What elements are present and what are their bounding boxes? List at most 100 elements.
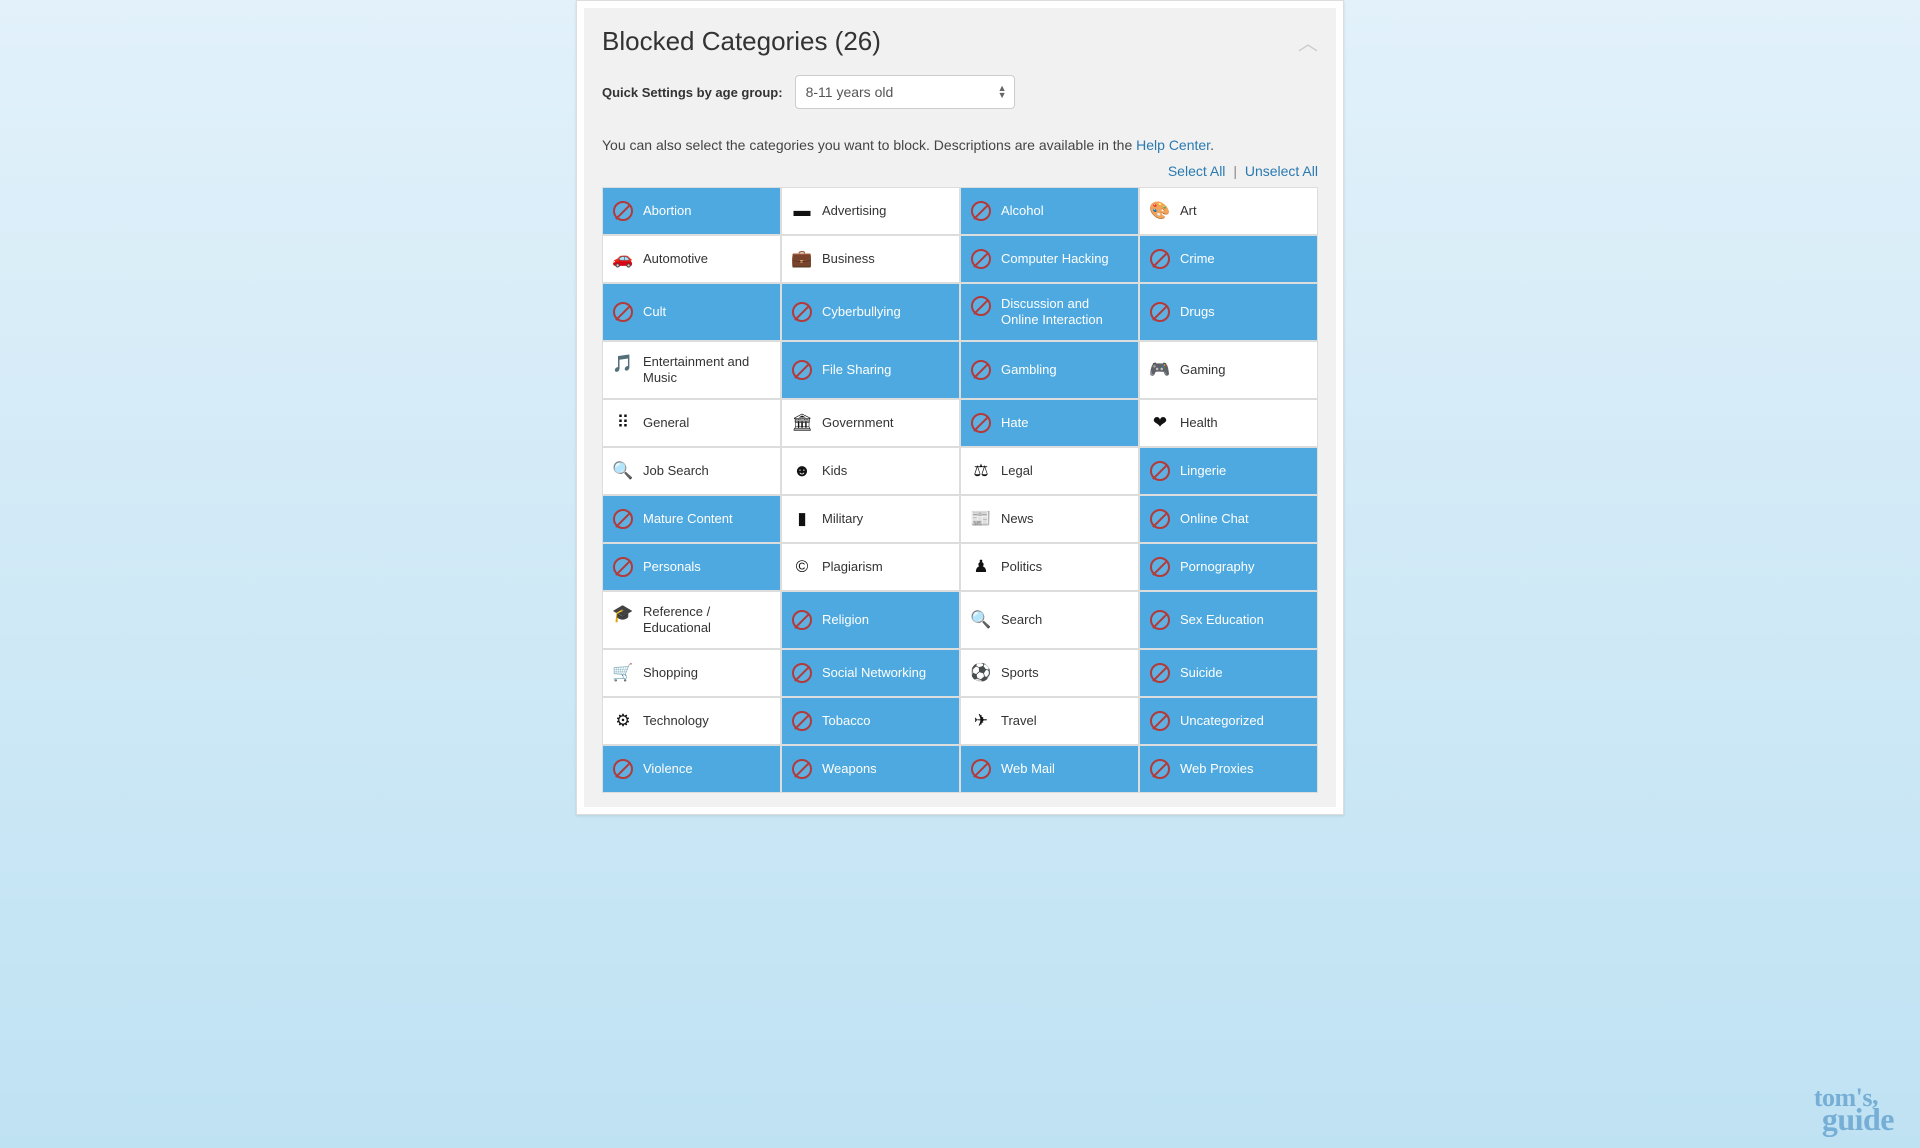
description-text: You can also select the categories you w…	[602, 137, 1136, 153]
category-tile-cyberbullying[interactable]: Cyberbullying	[782, 284, 959, 340]
category-tile-general[interactable]: ⠿General	[603, 400, 780, 446]
category-tile-shopping[interactable]: 🛒Shopping	[603, 650, 780, 696]
category-label: Legal	[1001, 463, 1128, 479]
category-label: Mature Content	[643, 511, 770, 527]
category-tile-job-search[interactable]: 🔍Job Search	[603, 448, 780, 494]
category-tile-file-sharing[interactable]: File Sharing	[782, 342, 959, 398]
category-tile-web-proxies[interactable]: Web Proxies	[1140, 746, 1317, 792]
category-label: Kids	[822, 463, 949, 479]
description-after: .	[1210, 137, 1214, 153]
category-label: Online Chat	[1180, 511, 1307, 527]
category-tile-pornography[interactable]: Pornography	[1140, 544, 1317, 590]
category-tile-crime[interactable]: Crime	[1140, 236, 1317, 282]
heart-icon: ❤	[1150, 413, 1170, 433]
category-tile-plagiarism[interactable]: © Plagiarism	[782, 544, 959, 590]
category-tile-legal[interactable]: ⚖Legal	[961, 448, 1138, 494]
category-tile-kids[interactable]: ☻ Kids	[782, 448, 959, 494]
ball-icon: ⚽	[971, 663, 991, 683]
description-row: You can also select the categories you w…	[602, 137, 1318, 153]
collapse-chevron-icon[interactable]: ︿	[1298, 27, 1318, 56]
category-tile-alcohol[interactable]: Alcohol	[961, 188, 1138, 234]
category-tile-art[interactable]: 🎨Art	[1140, 188, 1317, 234]
category-tile-discussion-and-online-interaction[interactable]: Discussion and Online Interaction	[961, 284, 1138, 340]
category-label: Pornography	[1180, 559, 1307, 575]
category-tile-politics[interactable]: ♟Politics	[961, 544, 1138, 590]
category-tile-advertising[interactable]: ▬Advertising	[782, 188, 959, 234]
smile-icon: ☻	[792, 461, 812, 481]
age-group-select[interactable]: 8-11 years old	[795, 75, 1015, 109]
category-tile-hate[interactable]: Hate	[961, 400, 1138, 446]
category-tile-business[interactable]: 💼Business	[782, 236, 959, 282]
category-label: Advertising	[822, 203, 949, 219]
block-icon	[792, 759, 812, 779]
block-icon	[613, 302, 633, 322]
category-tile-personals[interactable]: Personals	[603, 544, 780, 590]
category-tile-web-mail[interactable]: Web Mail	[961, 746, 1138, 792]
category-label: Alcohol	[1001, 203, 1128, 219]
grad-icon: 🎓	[613, 604, 633, 624]
category-tile-automotive[interactable]: 🚗Automotive	[603, 236, 780, 282]
panel-container: Blocked Categories (26) ︿ Quick Settings…	[576, 0, 1344, 815]
search-user-icon: 🔍	[613, 461, 633, 481]
category-tile-computer-hacking[interactable]: Computer Hacking	[961, 236, 1138, 282]
panel-title: Blocked Categories (26)	[602, 26, 881, 57]
block-icon	[1150, 302, 1170, 322]
category-tile-technology[interactable]: ⚙Technology	[603, 698, 780, 744]
category-tile-uncategorized[interactable]: Uncategorized	[1140, 698, 1317, 744]
copyright-icon: ©	[792, 557, 812, 577]
category-tile-search[interactable]: 🔍Search	[961, 592, 1138, 648]
category-label: File Sharing	[822, 362, 949, 378]
category-label: Technology	[643, 713, 770, 729]
category-label: Social Networking	[822, 665, 949, 681]
grid-icon: ⠿	[613, 413, 633, 433]
category-tile-travel[interactable]: ✈Travel	[961, 698, 1138, 744]
category-label: Business	[822, 251, 949, 267]
category-label: Web Mail	[1001, 761, 1128, 777]
category-tile-drugs[interactable]: Drugs	[1140, 284, 1317, 340]
block-icon	[1150, 461, 1170, 481]
category-label: Military	[822, 511, 949, 527]
category-tile-online-chat[interactable]: Online Chat	[1140, 496, 1317, 542]
category-tile-violence[interactable]: Violence	[603, 746, 780, 792]
category-tile-abortion[interactable]: Abortion	[603, 188, 780, 234]
category-label: Discussion and Online Interaction	[1001, 296, 1128, 327]
category-tile-government[interactable]: 🏛Government	[782, 400, 959, 446]
category-tile-cult[interactable]: Cult	[603, 284, 780, 340]
category-tile-gambling[interactable]: Gambling	[961, 342, 1138, 398]
category-tile-religion[interactable]: Religion	[782, 592, 959, 648]
categories-grid: Abortion▬Advertising Alcohol 🎨Art 🚗Automoti…	[602, 187, 1318, 793]
category-label: Reference / Educational	[643, 604, 770, 635]
bulk-action-row: Select All | Unselect All	[602, 163, 1318, 179]
category-label: Cult	[643, 304, 770, 320]
category-tile-reference-educational[interactable]: 🎓 Reference / Educational	[603, 592, 780, 648]
category-label: Tobacco	[822, 713, 949, 729]
category-label: Entertainment and Music	[643, 354, 770, 385]
select-all-link[interactable]: Select All	[1168, 163, 1226, 179]
category-tile-tobacco[interactable]: Tobacco	[782, 698, 959, 744]
category-label: Sports	[1001, 665, 1128, 681]
category-tile-weapons[interactable]: Weapons	[782, 746, 959, 792]
category-tile-entertainment-and-music[interactable]: 🎵Entertainment and Music	[603, 342, 780, 398]
unselect-all-link[interactable]: Unselect All	[1245, 163, 1318, 179]
category-label: Plagiarism	[822, 559, 949, 575]
category-tile-military[interactable]: ▮Military	[782, 496, 959, 542]
action-separator: |	[1233, 163, 1237, 179]
category-tile-health[interactable]: ❤ Health	[1140, 400, 1317, 446]
category-tile-suicide[interactable]: Suicide	[1140, 650, 1317, 696]
block-icon	[971, 201, 991, 221]
block-icon	[1150, 663, 1170, 683]
category-label: Sex Education	[1180, 612, 1307, 628]
category-label: Health	[1180, 415, 1307, 431]
category-tile-lingerie[interactable]: Lingerie	[1140, 448, 1317, 494]
block-icon	[971, 249, 991, 269]
quick-settings-row: Quick Settings by age group: 8-11 years …	[602, 75, 1318, 109]
category-tile-news[interactable]: 📰News	[961, 496, 1138, 542]
category-tile-sports[interactable]: ⚽ Sports	[961, 650, 1138, 696]
category-tile-mature-content[interactable]: Mature Content	[603, 496, 780, 542]
category-tile-social-networking[interactable]: Social Networking	[782, 650, 959, 696]
category-tile-sex-education[interactable]: Sex Education	[1140, 592, 1317, 648]
category-tile-gaming[interactable]: 🎮Gaming	[1140, 342, 1317, 398]
help-center-link[interactable]: Help Center	[1136, 137, 1210, 153]
block-icon	[792, 663, 812, 683]
block-icon	[1150, 711, 1170, 731]
